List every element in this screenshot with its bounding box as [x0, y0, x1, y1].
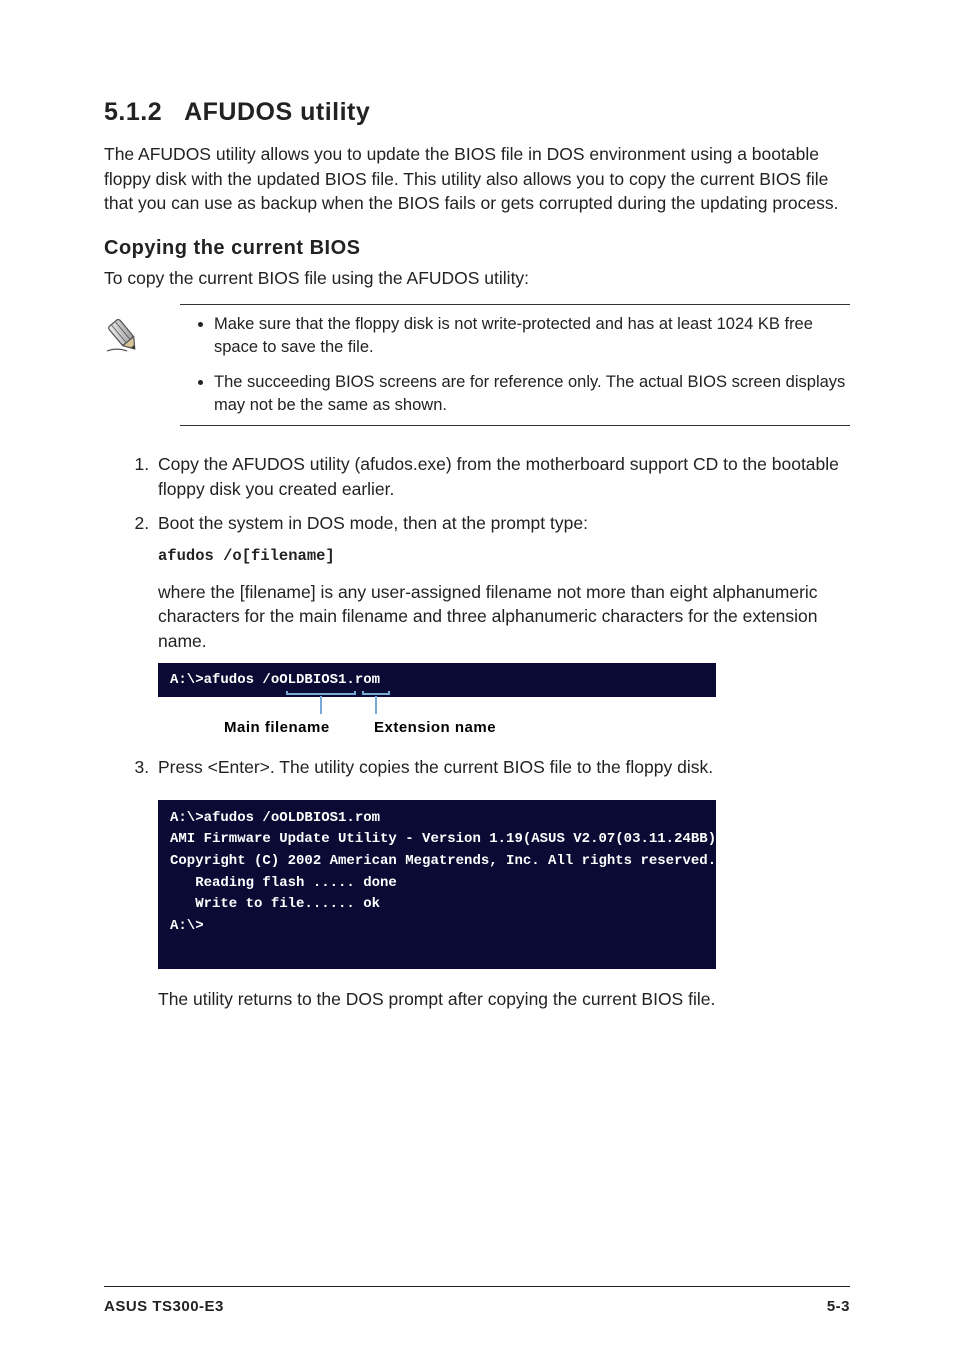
- section-heading: 5.1.2 AFUDOS utility: [104, 95, 850, 130]
- section-intro: The AFUDOS utility allows you to update …: [104, 142, 850, 216]
- label-main-filename: Main filename: [224, 717, 330, 738]
- step-1-text: Copy the AFUDOS utility (afudos.exe) fro…: [158, 454, 839, 499]
- section-title: AFUDOS utility: [184, 98, 370, 126]
- note-block: Make sure that the floppy disk is not wr…: [104, 304, 850, 426]
- step-1: Copy the AFUDOS utility (afudos.exe) fro…: [154, 452, 850, 501]
- tick-main: [320, 696, 322, 714]
- step-2: Boot the system in DOS mode, then at the…: [154, 511, 850, 741]
- note-top-rule: [180, 304, 850, 305]
- step-2-explanation: where the [filename] is any user-assigne…: [158, 582, 818, 651]
- label-extension-name: Extension name: [374, 717, 496, 738]
- tick-ext: [375, 696, 377, 714]
- note-item: Make sure that the floppy disk is not wr…: [214, 313, 850, 359]
- terminal-output: A:\>afudos /oOLDBIOS1.rom: [158, 663, 716, 697]
- underline-main: [286, 691, 356, 695]
- step-3: Press <Enter>. The utility copies the cu…: [154, 755, 850, 1012]
- note-items: Make sure that the floppy disk is not wr…: [154, 313, 850, 417]
- note-item: The succeeding BIOS screens are for refe…: [214, 371, 850, 417]
- note-bottom-rule: [180, 425, 850, 426]
- pencil-note-icon: [104, 313, 154, 362]
- sub-lead: To copy the current BIOS file using the …: [104, 266, 850, 291]
- step-3-lead: Press <Enter>. The utility copies the cu…: [158, 757, 713, 777]
- terminal-annotated: A:\>afudos /oOLDBIOS1.rom Main filename …: [158, 663, 850, 741]
- footer-page-number: 5-3: [827, 1296, 850, 1317]
- steps-list: Copy the AFUDOS utility (afudos.exe) fro…: [104, 452, 850, 1012]
- subhead: Copying the current BIOS: [104, 234, 850, 262]
- step-2-lead: Boot the system in DOS mode, then at the…: [158, 513, 588, 533]
- terminal-output-2: A:\>afudos /oOLDBIOS1.rom AMI Firmware U…: [158, 800, 716, 970]
- step-2-command: afudos /o[filename]: [158, 546, 850, 568]
- underline-ext: [362, 691, 390, 695]
- footer-rule: [104, 1286, 850, 1287]
- step-3-tail: The utility returns to the DOS prompt af…: [158, 987, 850, 1012]
- footer-product: ASUS TS300-E3: [104, 1296, 224, 1317]
- section-number: 5.1.2: [104, 98, 162, 126]
